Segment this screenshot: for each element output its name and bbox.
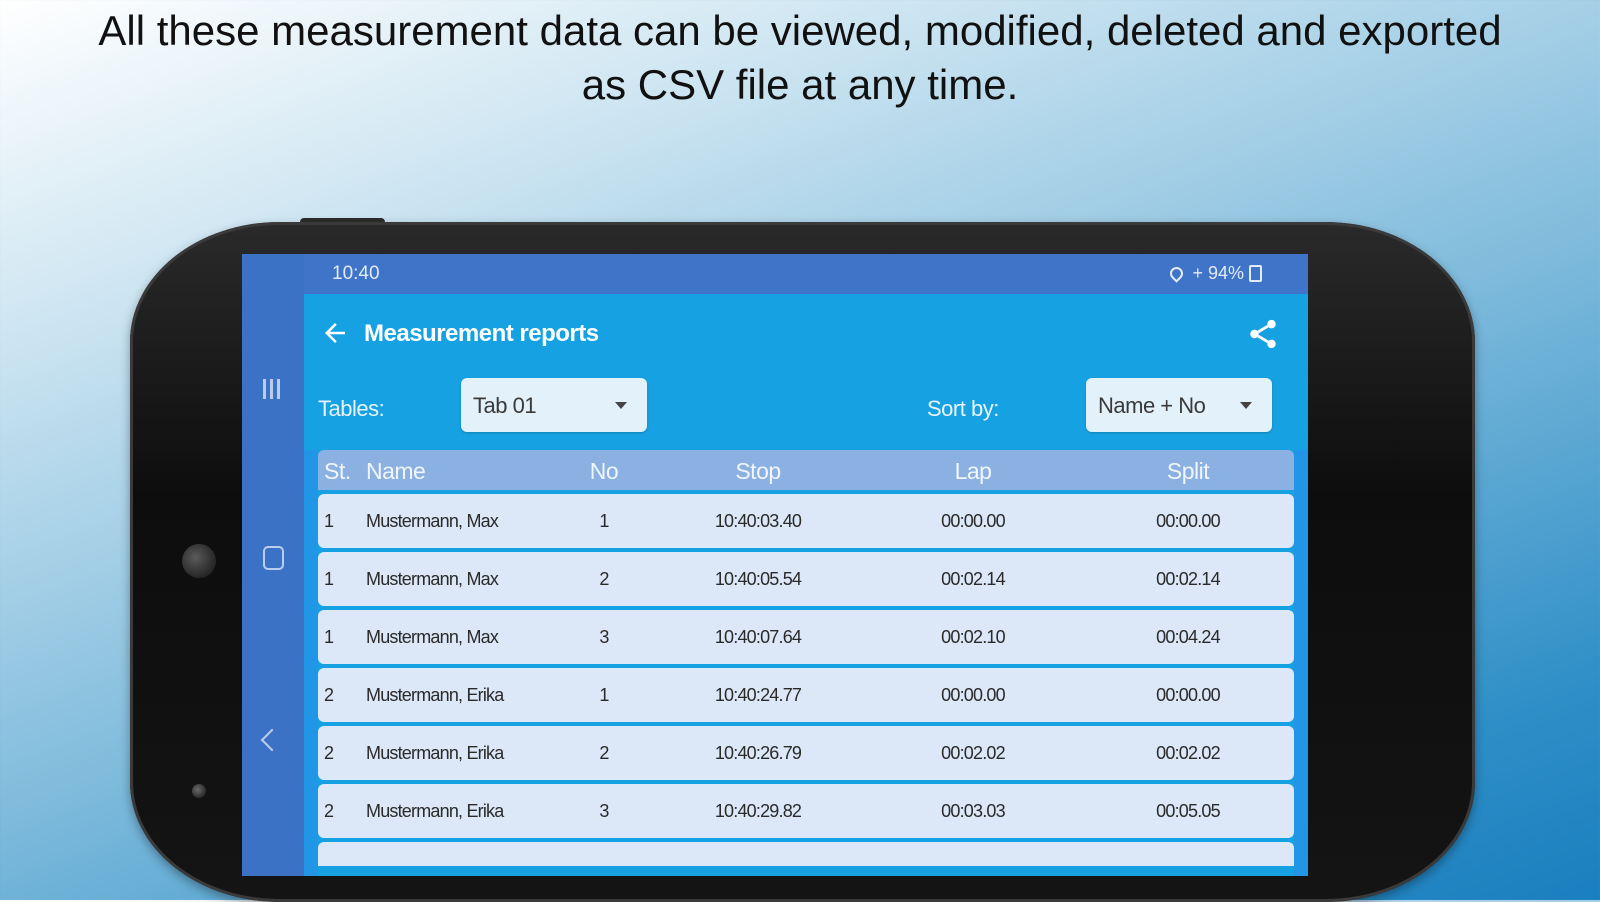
table-row[interactable]: 1 Mustermann, Max 2 10:40:05.54 00:02.14 00:0… — [318, 552, 1294, 606]
chevron-down-icon — [615, 402, 627, 409]
cell-st: 1 — [324, 569, 334, 589]
phone-sensor — [192, 784, 206, 798]
headline: All these measurement data can be viewed… — [0, 4, 1600, 112]
cell-lap-text: 00:02.10 — [941, 627, 1005, 647]
col-header-split: Split — [1166, 458, 1210, 484]
cell-no-text: 1 — [599, 511, 609, 531]
cell-stop-text: 10:40:29.82 — [714, 801, 802, 821]
phone-camera — [182, 544, 216, 578]
location-icon — [1167, 264, 1187, 283]
measurement-table: St. Name No Stop Lap Split 1 Mustermann, … — [318, 450, 1294, 876]
col-header-stop: Stop — [735, 458, 781, 484]
recents-icon[interactable] — [263, 379, 285, 401]
table-header: St. Name No Stop Lap Split — [318, 450, 1294, 490]
cell-split-text: 00:02.02 — [1156, 743, 1220, 763]
table-row[interactable]: 1 Mustermann, Max 3 10:40:07.64 00:02.10 00:0… — [318, 610, 1294, 664]
system-back-icon[interactable] — [260, 728, 284, 752]
sort-select[interactable]: Name + No — [1086, 378, 1272, 432]
tables-select[interactable]: Tab 01 — [461, 378, 647, 432]
col-header-lap: Lap — [954, 458, 992, 484]
status-time: 10:40 — [332, 263, 380, 284]
cell-stop-text: 10:40:26.79 — [714, 743, 802, 763]
cell-split-text: 00:00.00 — [1156, 511, 1220, 531]
page-title: Measurement reports — [364, 320, 599, 347]
share-icon[interactable] — [1246, 316, 1280, 352]
home-icon[interactable] — [263, 546, 284, 570]
filter-bar: Tables: Tab 01 Sort by: Name + No — [304, 374, 1308, 450]
table-body: 1 Mustermann, Max 1 10:40:03.40 00:00.00 00:0… — [318, 494, 1294, 870]
phone-screen: 10:40 + 94% Measurement reports Tables: … — [242, 254, 1308, 876]
cell-st: 1 — [324, 627, 334, 647]
cell-stop-text: 10:40:03.40 — [714, 511, 802, 531]
cell-lap-text: 00:02.14 — [941, 569, 1005, 589]
charging-icon: + — [1192, 263, 1203, 283]
cell-no-text: 2 — [599, 569, 609, 589]
battery-level: 94% — [1207, 263, 1244, 283]
cell-lap-text: 00:03.03 — [941, 801, 1005, 821]
cell-no-text: 3 — [599, 801, 609, 821]
sort-label: Sort by: — [927, 396, 999, 421]
table-row[interactable]: 2 Mustermann, Erika 1 10:40:24.77 00:00.00 00… — [318, 668, 1294, 722]
table-row[interactable]: 1 Mustermann, Max 1 10:40:03.40 00:00.00 00:0… — [318, 494, 1294, 548]
col-header-name: Name — [366, 458, 426, 484]
cell-no-text: 1 — [599, 685, 609, 705]
table-row[interactable]: 2 Mustermann, Erika 2 10:40:26.79 00:02.02 00… — [318, 726, 1294, 780]
cell-name: Mustermann, Max — [366, 569, 499, 589]
cell-name: Mustermann, Erika — [366, 685, 504, 705]
cell-name: Mustermann, Erika — [366, 743, 504, 763]
cell-st: 1 — [324, 511, 334, 531]
chevron-down-icon — [1240, 402, 1252, 409]
arrow-left-icon[interactable] — [320, 318, 350, 348]
cell-st: 2 — [324, 685, 334, 705]
cell-no-text: 3 — [599, 627, 609, 647]
tables-label: Tables: — [318, 396, 385, 421]
cell-split-text: 00:00.00 — [1156, 685, 1220, 705]
cell-split-text: 00:04.24 — [1156, 627, 1220, 647]
cell-split-text: 00:02.14 — [1156, 569, 1220, 589]
cell-lap-text: 00:02.02 — [941, 743, 1005, 763]
cell-split-text: 00:05.05 — [1156, 801, 1220, 821]
cell-no-text: 2 — [599, 743, 609, 763]
cell-st: 2 — [324, 743, 334, 763]
table-row[interactable]: 2 Mustermann, Erika 3 10:40:29.82 00:03.03 00… — [318, 784, 1294, 838]
cell-stop-text: 10:40:05.54 — [714, 569, 802, 589]
cell-st: 2 — [324, 801, 334, 821]
headline-line-2: as CSV file at any time. — [581, 61, 1019, 108]
cell-stop-text: 10:40:24.77 — [714, 685, 802, 705]
status-icons: + 94% — [1167, 263, 1262, 284]
table-row-partial[interactable] — [318, 842, 1294, 866]
col-header-st: St. — [324, 458, 351, 484]
cell-lap-text: 00:00.00 — [941, 511, 1005, 531]
cell-name: Mustermann, Max — [366, 627, 499, 647]
col-header-no: No — [589, 458, 619, 484]
cell-name: Mustermann, Erika — [366, 801, 504, 821]
battery-icon — [1249, 265, 1262, 282]
headline-line-1: All these measurement data can be viewed… — [98, 7, 1502, 54]
status-bar: 10:40 + 94% — [304, 254, 1308, 294]
cell-lap-text: 00:00.00 — [941, 685, 1005, 705]
tables-select-value: Tab 01 — [473, 393, 537, 418]
system-nav-bar — [242, 254, 304, 876]
app-bar: Measurement reports — [304, 294, 1308, 375]
cell-stop-text: 10:40:07.64 — [714, 627, 802, 647]
sort-select-value: Name + No — [1098, 393, 1206, 418]
cell-name: Mustermann, Max — [366, 511, 499, 531]
